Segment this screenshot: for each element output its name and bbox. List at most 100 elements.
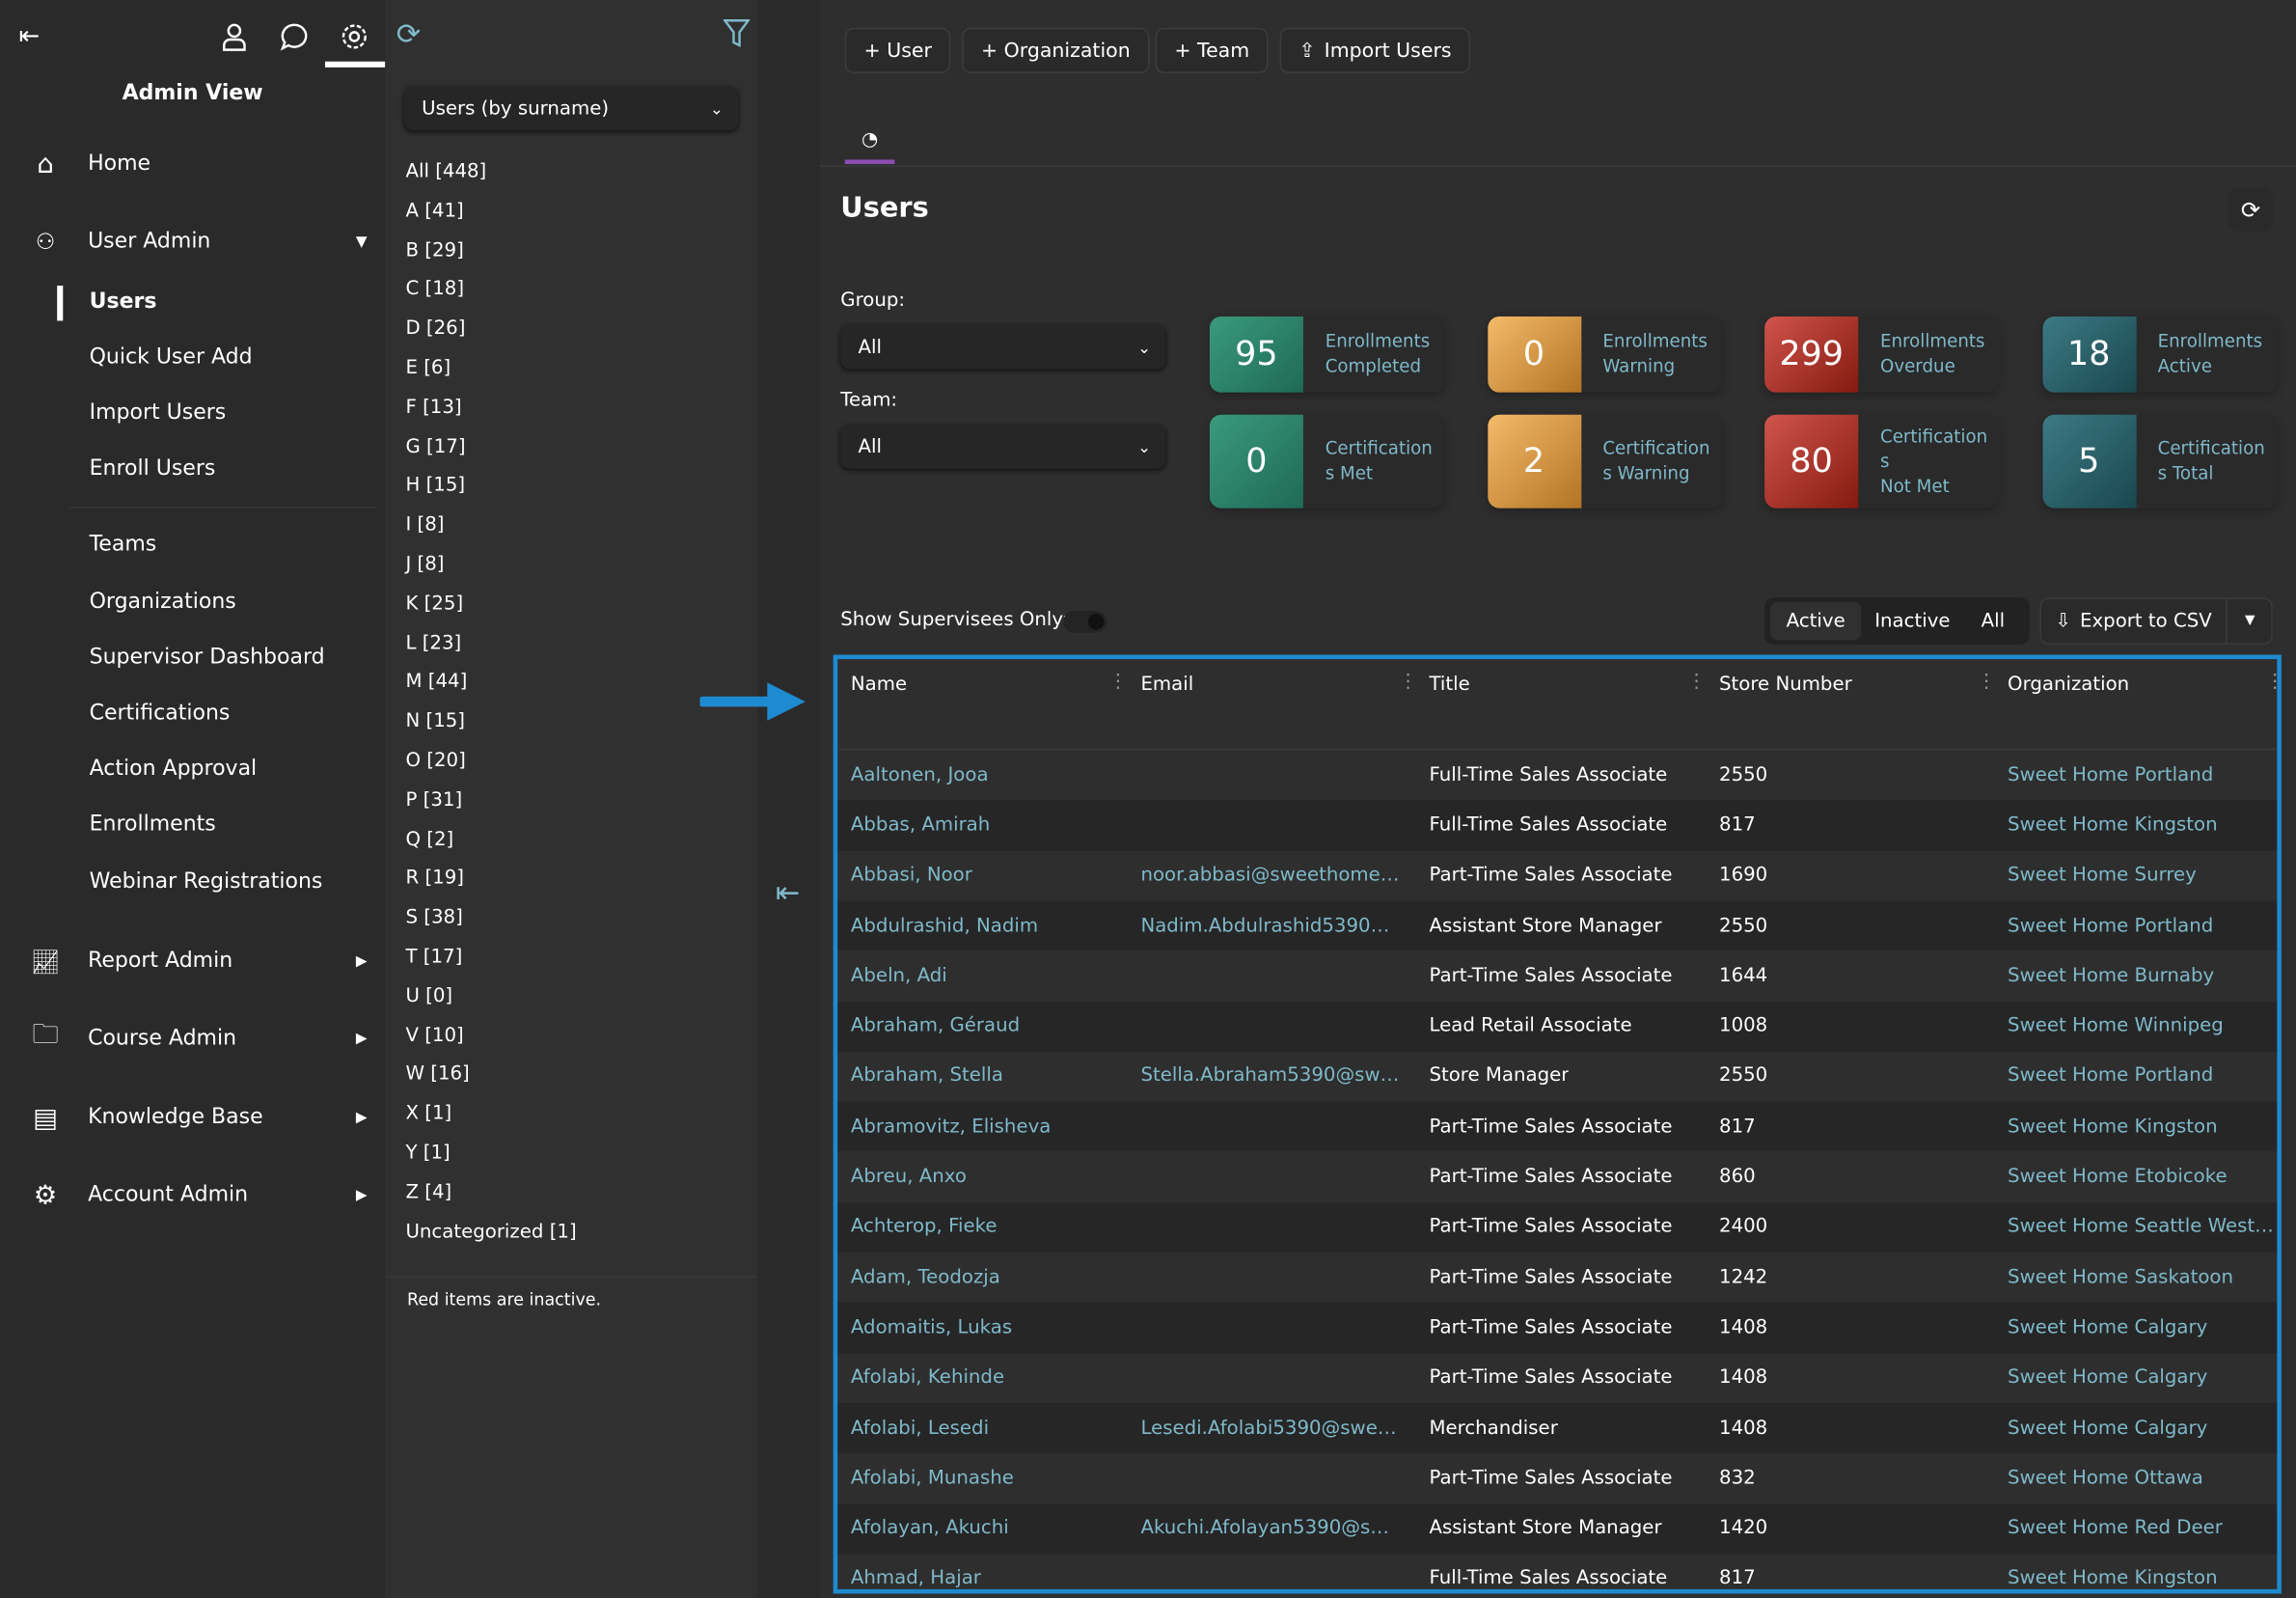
sidebar-sub-teams[interactable]: Teams <box>90 534 157 557</box>
sidebar-item-report-admin[interactable]: 📈︎ Report Admin ▶ <box>0 936 385 986</box>
letter-filter-item[interactable]: All [448] <box>405 161 486 183</box>
letter-filter-item[interactable]: E [6] <box>405 357 451 379</box>
stat-card[interactable]: 95 Enrollments Completed <box>1209 316 1444 393</box>
organization-cell[interactable]: Sweet Home Surrey <box>2008 865 2197 887</box>
table-row[interactable]: Ahmad, Hajar Full-Time Sales Associate 817… <box>837 1554 2277 1589</box>
table-row[interactable]: Abraham, Géraud Lead Retail Associate 1008… <box>837 1001 2278 1052</box>
sidebar-item-knowledge-base[interactable]: ▤ Knowledge Base ▶ <box>0 1092 385 1143</box>
table-row[interactable]: Adam, Teodozja Part-Time Sales Associate 1… <box>837 1253 2277 1303</box>
stat-card[interactable]: 0 Certification s Met <box>1209 414 1444 509</box>
name-cell[interactable]: Adam, Teodozja <box>851 1266 1000 1288</box>
sidebar-sub-action-approval[interactable]: Action Approval <box>90 758 258 781</box>
letter-filter-item[interactable]: U [0] <box>405 985 452 1007</box>
email-cell[interactable]: noor.abbasi@sweethomeele... <box>1140 865 1404 887</box>
supervisees-toggle[interactable] <box>1062 610 1107 633</box>
letter-filter-item[interactable]: Y [1] <box>405 1143 450 1165</box>
letter-filter-item[interactable]: P [31] <box>405 789 462 812</box>
letter-filter-item[interactable]: R [19] <box>405 868 464 890</box>
organization-cell[interactable]: Sweet Home Seattle Westlake <box>2008 1216 2277 1238</box>
stat-card[interactable]: 5 Certification s Total <box>2041 414 2277 509</box>
table-row[interactable]: Abbas, Amirah Full-Time Sales Associate 81… <box>837 800 2278 851</box>
letter-filter-item[interactable]: X [1] <box>405 1103 451 1125</box>
refresh-button[interactable]: ⟳ <box>2228 187 2273 232</box>
name-cell[interactable]: Abbasi, Noor <box>851 865 972 887</box>
sidebar-item-account-admin[interactable]: ⚙ Account Admin ▶ <box>0 1171 385 1221</box>
import-users-button[interactable]: ⇪ Import Users <box>1279 27 1471 73</box>
organization-cell[interactable]: Sweet Home Portland <box>2008 764 2213 786</box>
column-header[interactable]: Store Number <box>1719 674 1852 696</box>
name-cell[interactable]: Abreu, Anxo <box>851 1166 967 1188</box>
name-cell[interactable]: Adomaitis, Lukas <box>851 1316 1012 1338</box>
gear-icon[interactable] <box>337 17 371 55</box>
letter-filter-item[interactable]: M [44] <box>405 672 467 694</box>
name-cell[interactable]: Ahmad, Hajar <box>851 1568 981 1589</box>
letter-filter-item[interactable]: H [15] <box>405 475 465 497</box>
organization-cell[interactable]: Sweet Home Winnipeg <box>2008 1015 2224 1037</box>
letter-filter-item[interactable]: J [8] <box>405 554 444 576</box>
organization-cell[interactable]: Sweet Home Portland <box>2008 1065 2213 1088</box>
organization-cell[interactable]: Sweet Home Calgary <box>2008 1367 2207 1390</box>
organization-cell[interactable]: Sweet Home Burnaby <box>2008 965 2214 987</box>
letter-filter-item[interactable]: Q [2] <box>405 829 453 851</box>
group-select[interactable]: All ⌄ <box>840 324 1166 370</box>
name-cell[interactable]: Abbas, Amirah <box>851 814 990 837</box>
column-header[interactable]: Name <box>851 674 907 696</box>
export-csv-button[interactable]: ⇩ Export to CSV <box>2041 599 2226 644</box>
name-cell[interactable]: Afolayan, Akuchi <box>851 1518 1009 1540</box>
table-row[interactable]: Abraham, Stella Stella.Abraham5390@sweet.… <box>837 1052 2277 1102</box>
sidebar-sub-organizations[interactable]: Organizations <box>90 591 236 614</box>
team-select[interactable]: All ⌄ <box>840 425 1166 469</box>
table-row[interactable]: Afolabi, Lesedi Lesedi.Afolabi5390@sweeth… <box>837 1402 2278 1454</box>
collapse-panel-icon[interactable]: ⇤ <box>770 874 805 909</box>
letter-filter-item[interactable]: C [18] <box>405 279 464 301</box>
add-user-button[interactable]: + User <box>844 27 951 73</box>
letter-filter-item[interactable]: B [29] <box>405 239 463 262</box>
name-cell[interactable]: Abdulrashid, Nadim <box>851 915 1038 937</box>
status-all-button[interactable]: All <box>1964 602 2023 640</box>
sidebar-sub-users[interactable]: Users <box>90 290 157 314</box>
letter-filter-item[interactable]: F [13] <box>405 397 461 419</box>
table-row[interactable]: Abramovitz, Elisheva Part-Time Sales Asso… <box>837 1101 2278 1152</box>
letter-filter-item[interactable]: Uncategorized [1] <box>405 1221 576 1243</box>
email-cell[interactable]: Nadim.Abdulrashid5390@s... <box>1140 915 1404 937</box>
letter-filter-item[interactable]: A [41] <box>405 201 463 223</box>
table-row[interactable]: Aaltonen, Jooa Full-Time Sales Associate 2… <box>837 750 2277 800</box>
column-header[interactable]: Title <box>1429 674 1469 696</box>
user-icon[interactable] <box>217 17 252 55</box>
stat-card[interactable]: 18 Enrollments Active <box>2041 316 2277 393</box>
letter-filter-item[interactable]: D [26] <box>405 318 465 341</box>
stat-card[interactable]: 80 Certification s Not Met <box>1764 414 1999 509</box>
table-row[interactable]: Achterop, Fieke Part-Time Sales Associate… <box>837 1201 2277 1253</box>
sidebar-item-home[interactable]: ⌂ Home <box>0 139 385 189</box>
column-menu-icon[interactable]: ⋮ <box>1399 671 1418 693</box>
letter-filter-item[interactable]: L [23] <box>405 632 461 654</box>
name-cell[interactable]: Afolabi, Kehinde <box>851 1367 1004 1390</box>
status-inactive-button[interactable]: Inactive <box>1867 602 1957 640</box>
name-cell[interactable]: Abeln, Adi <box>851 965 947 987</box>
add-team-button[interactable]: + Team <box>1155 27 1269 73</box>
sidebar-sub-quick-user-add[interactable]: Quick User Add <box>90 345 253 369</box>
name-cell[interactable]: Abramovitz, Elisheva <box>851 1116 1051 1138</box>
status-active-button[interactable]: Active <box>1770 601 1862 641</box>
table-row[interactable]: Abreu, Anxo Part-Time Sales Associate 860 S… <box>837 1152 2277 1202</box>
letter-filter-item[interactable]: K [25] <box>405 592 463 615</box>
stat-card[interactable]: 299 Enrollments Overdue <box>1764 316 1999 393</box>
sidebar-sub-webinar-registrations[interactable]: Webinar Registrations <box>90 870 323 894</box>
organization-cell[interactable]: Sweet Home Kingston <box>2008 1568 2218 1589</box>
chat-icon[interactable] <box>277 17 312 55</box>
email-cell[interactable]: Stella.Abraham5390@sweet... <box>1140 1065 1404 1088</box>
grouping-select[interactable]: Users (by surname) ⌄ <box>403 86 739 131</box>
column-menu-icon[interactable]: ⋮ <box>1108 671 1128 693</box>
letter-filter-item[interactable]: O [20] <box>405 750 465 772</box>
column-menu-icon[interactable]: ⋮ <box>2265 671 2277 693</box>
organization-cell[interactable]: Sweet Home Calgary <box>2008 1418 2207 1440</box>
sidebar-sub-enroll-users[interactable]: Enroll Users <box>90 457 216 481</box>
add-organization-button[interactable]: + Organization <box>962 27 1150 73</box>
name-cell[interactable]: Afolabi, Munashe <box>851 1468 1014 1490</box>
name-cell[interactable]: Achterop, Fieke <box>851 1216 998 1238</box>
refresh-icon[interactable]: ⟳ <box>391 16 425 51</box>
letter-filter-item[interactable]: T [17] <box>405 947 462 969</box>
sidebar-sub-supervisor-dashboard[interactable]: Supervisor Dashboard <box>90 646 325 669</box>
organization-cell[interactable]: Sweet Home Portland <box>2008 915 2213 937</box>
sidebar-item-user-admin[interactable]: ⚇ User Admin ▼ <box>0 217 385 267</box>
